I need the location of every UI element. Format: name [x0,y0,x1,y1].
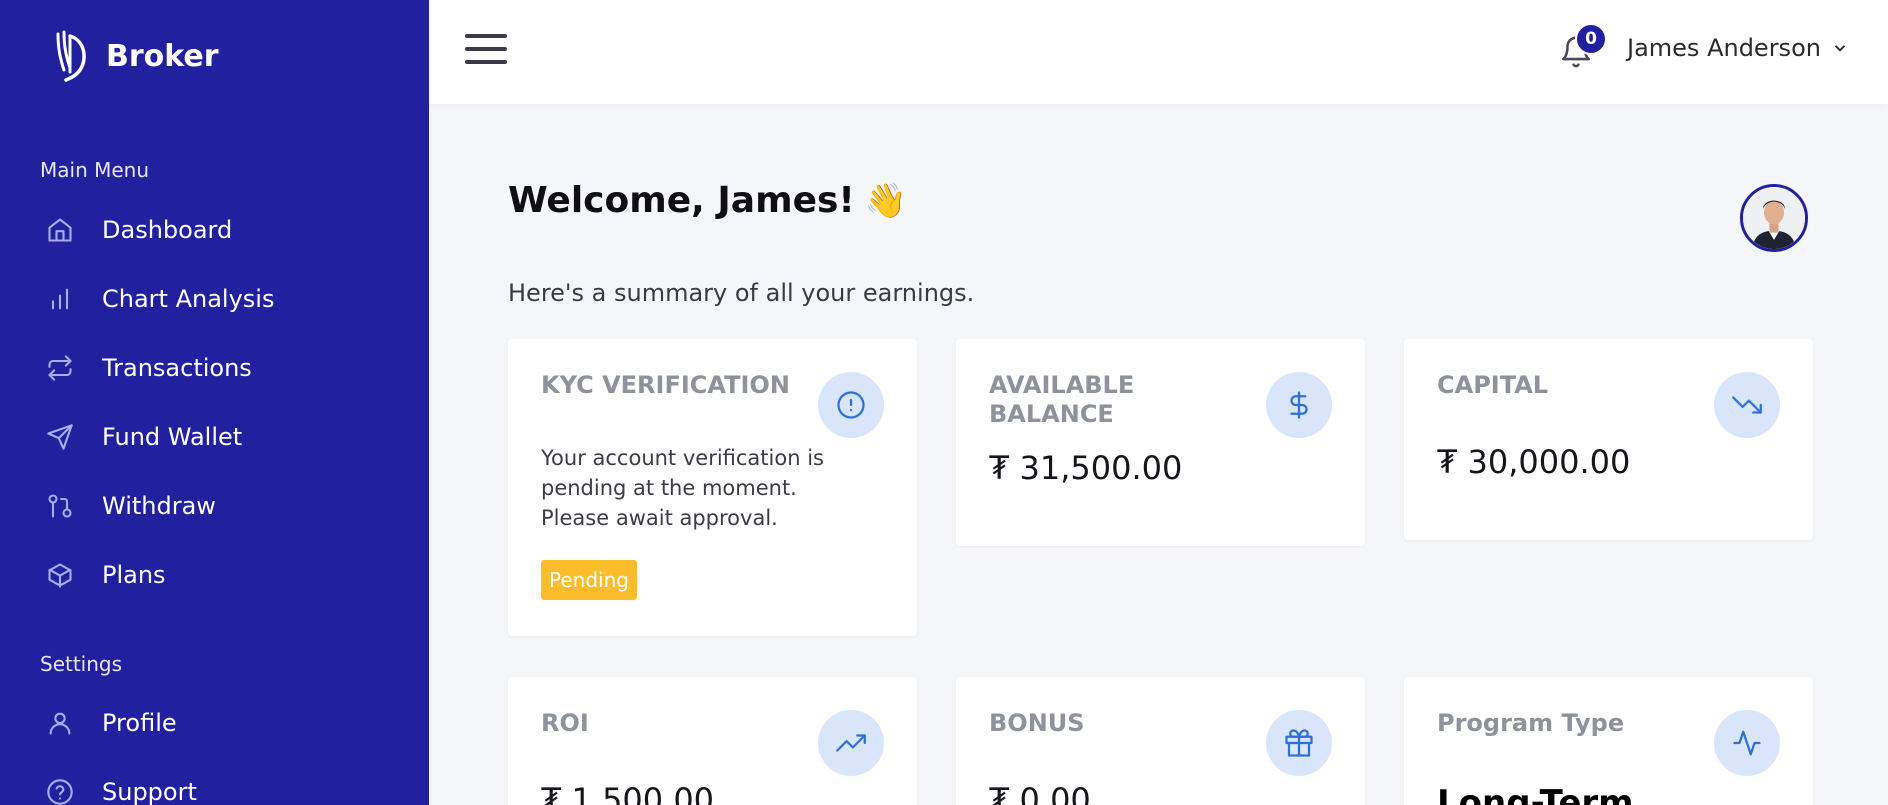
sidebar-item-label: Plans [102,561,166,589]
main-menu-label: Main Menu [40,158,150,182]
card-title: ROI [541,709,589,737]
sidebar-item-dashboard[interactable]: Dashboard [40,202,400,258]
send-icon [40,423,84,451]
home-icon [40,216,84,244]
card-title: KYC VERIFICATION [541,371,790,399]
git-pull-request-icon [40,492,84,520]
help-circle-icon [40,778,84,805]
chevron-down-icon [1834,45,1846,52]
sidebar-item-plans[interactable]: Plans [40,547,400,603]
sidebar-item-transactions[interactable]: Transactions [40,340,400,396]
sidebar-item-label: Transactions [102,354,252,382]
sidebar: Broker Main Menu Dashboard Chart Analysi… [0,0,429,805]
avatar-image [1743,187,1805,249]
user-icon [40,709,84,737]
menu-toggle-button[interactable] [465,34,507,68]
dollar-sign-icon [1266,372,1332,438]
user-name: James Anderson [1627,34,1821,62]
sidebar-item-label: Fund Wallet [102,423,243,451]
package-icon [40,561,84,589]
roi-card: ROI ₮ 1,500.00 [508,677,917,805]
alert-circle-icon [818,372,884,438]
user-menu-dropdown[interactable]: James Anderson [1627,34,1849,62]
capital-card: CAPITAL ₮ 30,000.00 [1404,339,1813,540]
balance-value: ₮ 31,500.00 [989,449,1183,487]
summary-text: Here's a summary of all your earnings. [508,279,975,307]
trending-down-icon [1714,372,1780,438]
gift-icon [1266,710,1332,776]
sidebar-item-label: Chart Analysis [102,285,275,313]
sidebar-item-support[interactable]: Support [40,764,400,805]
bonus-card: BONUS ₮ 0.00 [956,677,1365,805]
bonus-value: ₮ 0.00 [989,781,1091,805]
program-type-card: Program Type Long-Term [1404,677,1813,805]
available-balance-card: AVAILABLE BALANCE ₮ 31,500.00 [956,339,1365,546]
settings-label: Settings [40,652,123,676]
kyc-message: Your account verification is pending at … [541,446,824,530]
kyc-verification-card: KYC VERIFICATION Your account verificati… [508,339,917,636]
broker-logo-icon [56,30,86,82]
hamburger-line [465,60,507,64]
brand-name: Broker [106,38,219,74]
sidebar-item-label: Support [102,778,197,805]
card-title: Program Type [1437,709,1625,737]
sidebar-item-label: Profile [102,709,177,737]
bar-chart-icon [40,285,84,313]
notification-count-badge: 0 [1575,23,1607,55]
sidebar-item-label: Dashboard [102,216,233,244]
sidebar-item-withdraw[interactable]: Withdraw [40,478,400,534]
status-badge: Pending [541,560,637,600]
card-title: AVAILABLE BALANCE [989,371,1135,428]
sidebar-item-chart-analysis[interactable]: Chart Analysis [40,271,400,327]
program-type-value: Long-Term [1437,783,1634,805]
avatar[interactable] [1740,184,1808,252]
welcome-text: Welcome, James! [508,180,855,221]
sidebar-item-profile[interactable]: Profile [40,695,400,751]
card-title: BONUS [989,709,1085,737]
roi-value: ₮ 1,500.00 [541,781,715,805]
trending-up-icon [818,710,884,776]
wave-emoji: 👋 [864,180,908,221]
hamburger-line [465,47,507,51]
sidebar-item-fund-wallet[interactable]: Fund Wallet [40,409,400,465]
hamburger-line [465,34,507,38]
brand[interactable]: Broker [50,28,219,84]
capital-value: ₮ 30,000.00 [1437,443,1631,481]
topbar: 0 James Anderson [429,0,1888,104]
activity-icon [1714,710,1780,776]
repeat-icon [40,354,84,382]
card-title: CAPITAL [1437,371,1549,399]
sidebar-item-label: Withdraw [102,492,216,520]
page-title: Welcome, James! 👋 [508,180,907,221]
